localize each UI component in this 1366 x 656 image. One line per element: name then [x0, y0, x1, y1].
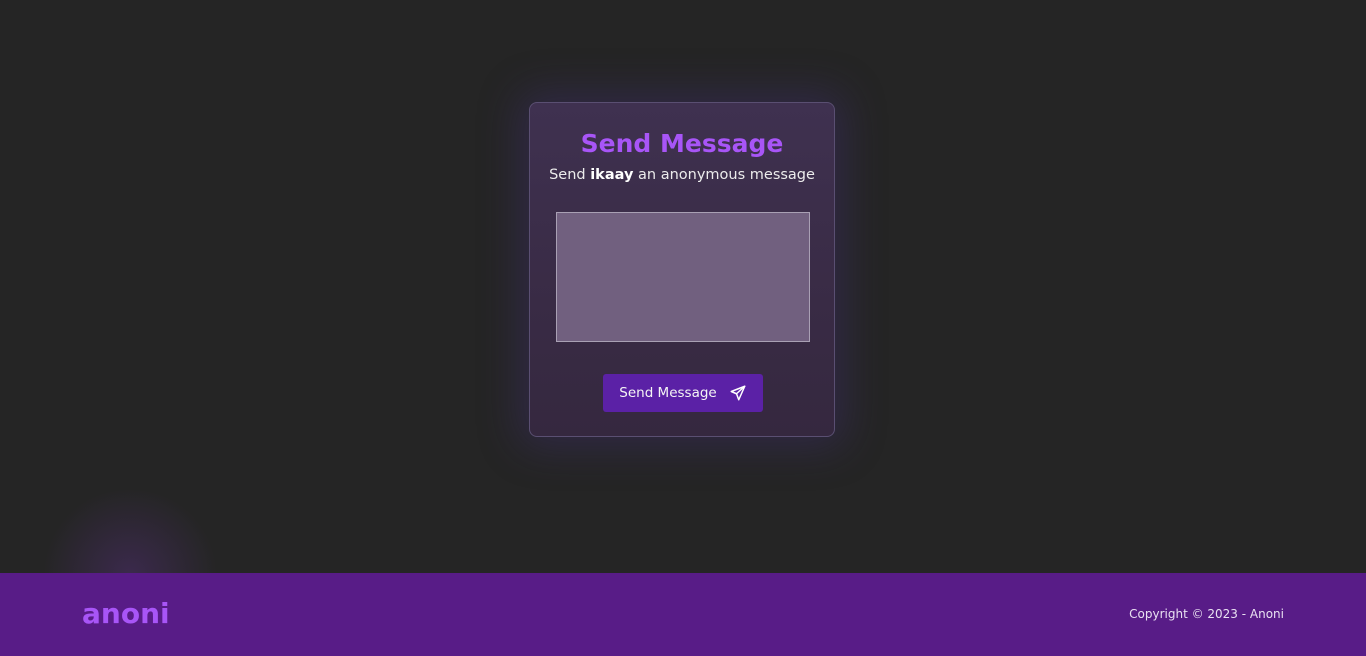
card-subtitle: Send ikaay an anonymous message: [530, 167, 834, 183]
card-title: Send Message: [580, 129, 784, 158]
message-input[interactable]: [556, 212, 810, 342]
send-message-card: Send Message Send ikaay an anonymous mes…: [529, 102, 835, 437]
page: Send Message Send ikaay an anonymous mes…: [0, 0, 1366, 656]
footer: anoni Copyright © 2023 - Anoni: [0, 573, 1366, 656]
send-button-label: Send Message: [619, 385, 717, 401]
send-message-button[interactable]: Send Message: [603, 374, 763, 412]
copyright-text: Copyright © 2023 - Anoni: [1129, 607, 1284, 621]
recipient-name: ikaay: [590, 167, 634, 183]
paper-plane-icon: [729, 384, 747, 402]
subtitle-suffix: an anonymous message: [638, 167, 815, 183]
footer-logo[interactable]: anoni: [82, 597, 170, 630]
subtitle-prefix: Send: [549, 167, 586, 183]
